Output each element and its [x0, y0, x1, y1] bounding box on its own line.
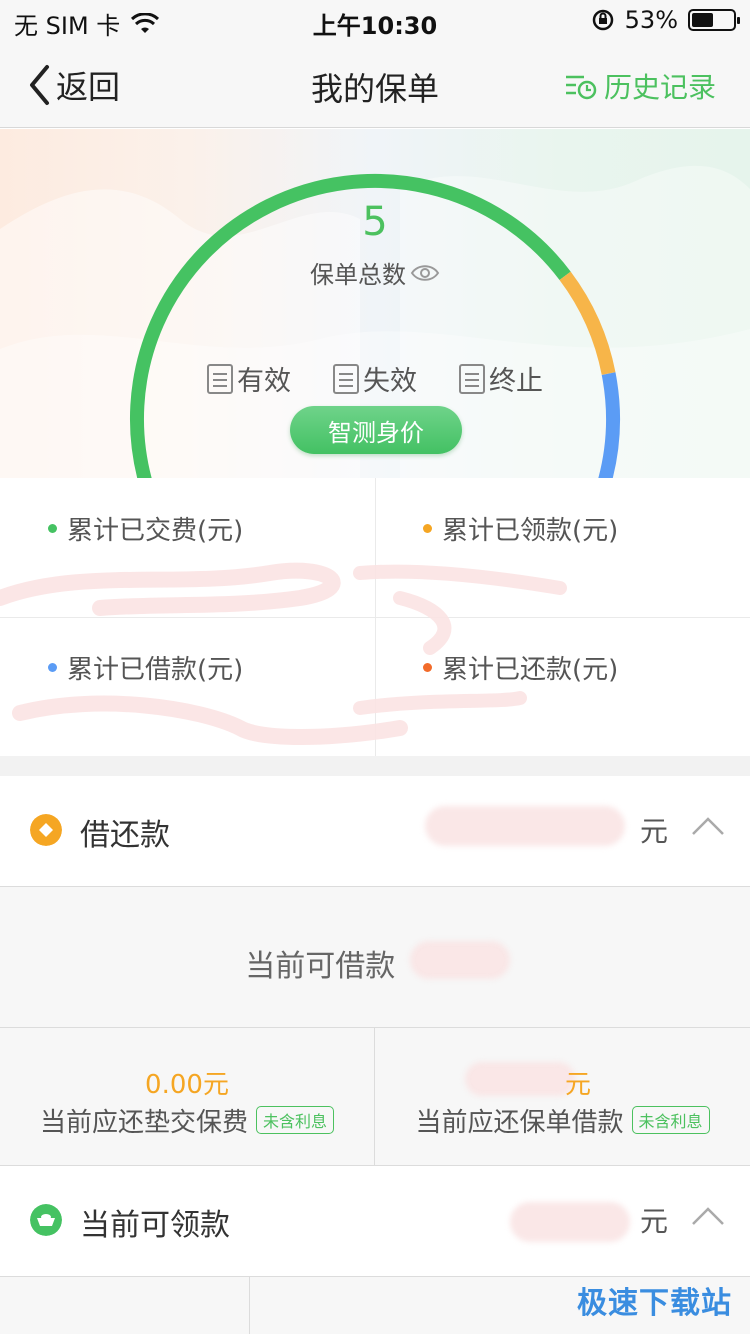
policy-summary-card: 5 保单总数 有效 失效 终止 智测身价: [0, 129, 750, 478]
policy-count-label-row: 保单总数: [0, 255, 750, 290]
watermark: 极速下载站: [577, 1286, 732, 1321]
withdraw-section-title: 当前可领款: [80, 1208, 230, 1243]
nav-bar: 返回 我的保单 历史记录: [0, 40, 750, 128]
legend-active: 有效: [207, 359, 291, 398]
advance-premium-cell: 0.00元 当前应还垫交保费 未含利息: [0, 1027, 375, 1165]
loan-section-header[interactable]: 借还款 元: [0, 776, 750, 886]
legend-lapsed-label: 失效: [363, 366, 417, 397]
battery-percent: 53%: [624, 6, 678, 34]
legend-terminated-label: 终止: [489, 366, 543, 397]
loan-section-unit: 元: [639, 815, 668, 848]
policy-loan-label: 当前应还保单借款: [415, 1108, 624, 1138]
history-label: 历史记录: [603, 71, 716, 104]
interest-excluded-tag: 未含利息: [256, 1106, 335, 1134]
stats-grid: 累计已交费(元) 累计已领款(元) 累计已借款(元) 累计已还款(元): [0, 478, 750, 756]
document-icon: [459, 363, 485, 394]
estimate-worth-button[interactable]: 智测身价: [290, 406, 462, 454]
legend-active-label: 有效: [237, 366, 291, 397]
ingot-icon: [30, 1204, 62, 1236]
interest-excluded-tag: 未含利息: [631, 1106, 710, 1134]
history-clock-icon: [565, 75, 597, 100]
gauge-arc-terminated: [598, 372, 620, 478]
withdraw-section-unit: 元: [639, 1205, 668, 1238]
battery-icon: [688, 9, 740, 31]
history-button[interactable]: 历史记录: [564, 66, 716, 106]
legend-terminated: 终止: [459, 359, 543, 398]
withdraw-section-header[interactable]: 当前可领款 元: [0, 1166, 750, 1276]
policy-count: 5: [362, 199, 388, 245]
rotation-lock-icon: [592, 9, 613, 31]
policy-loan-amount-unit: 元: [565, 1070, 592, 1100]
policy-loan-cell: 元 当前应还保单借款 未含利息: [375, 1027, 750, 1165]
available-loan-label: 当前可借款: [245, 949, 396, 984]
document-icon: [207, 363, 233, 394]
status-bar: 无 SIM 卡 上午10:30 53%: [0, 0, 750, 40]
advance-premium-label: 当前应还垫交保费: [39, 1108, 248, 1138]
loan-section-title: 借还款: [80, 818, 170, 853]
available-loan-row: 当前可借款: [0, 941, 750, 985]
loan-panel: 当前可借款 0.00元 当前应还垫交保费 未含利息 元 当前应还保单借款 未含利息: [0, 886, 750, 1166]
advance-premium-amount: 0.00元: [145, 1070, 229, 1100]
chevron-up-icon[interactable]: [690, 1204, 726, 1228]
gauge-arc-lapsed: [559, 271, 616, 376]
loan-icon: [30, 814, 62, 846]
redaction-scribble: [0, 562, 567, 745]
eye-icon[interactable]: [410, 263, 440, 283]
chevron-up-icon[interactable]: [690, 814, 726, 838]
policy-count-label: 保单总数: [310, 261, 406, 289]
legend-lapsed: 失效: [333, 359, 417, 398]
document-icon: [333, 363, 359, 394]
